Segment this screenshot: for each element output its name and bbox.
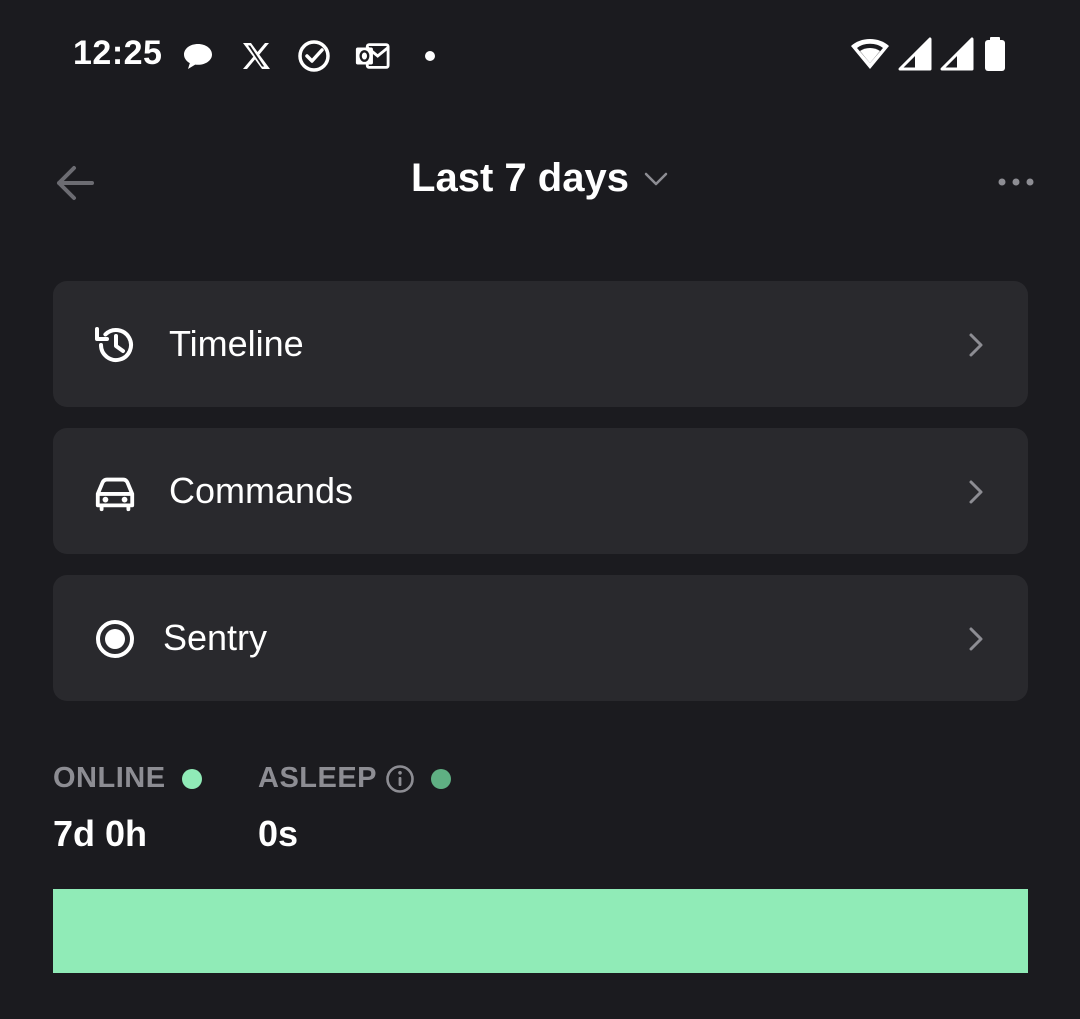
header: Last 7 days: [0, 140, 1080, 224]
battery-icon: [982, 36, 1008, 77]
x-logo-icon: [238, 38, 274, 74]
outlook-icon: [354, 38, 390, 74]
online-status-dot: [181, 768, 202, 789]
car-icon: [93, 470, 137, 514]
chevron-right-icon: [969, 627, 983, 651]
notification-icons: [180, 36, 448, 76]
stat-online-value: 7d 0h: [53, 813, 148, 854]
stat-asleep-label: ASLEEP: [258, 762, 378, 794]
stat-asleep-label-row: ASLEEP: [258, 762, 452, 795]
usage-bar-online-segment: [53, 889, 1028, 973]
menu-item-label: Commands: [169, 470, 354, 511]
info-icon[interactable]: [385, 764, 415, 794]
check-circle-icon: [296, 38, 332, 74]
stat-online: ONLINE 7d 0h: [53, 762, 202, 855]
stat-online-label: ONLINE: [53, 762, 166, 794]
menu-item-sentry[interactable]: Sentry: [53, 575, 1028, 701]
chevron-down-icon: [644, 172, 668, 185]
menu-item-label: Timeline: [169, 323, 304, 364]
record-circle-icon: [93, 617, 137, 661]
chat-bubble-icon: [180, 38, 216, 74]
system-icons: [850, 36, 1008, 76]
history-icon: [93, 323, 137, 367]
more-horizontal-icon: [998, 178, 1034, 186]
more-button[interactable]: [992, 162, 1040, 202]
status-time: 12:25: [73, 34, 163, 72]
signal-icon: [898, 37, 932, 76]
stat-asleep-value: 0s: [258, 813, 299, 854]
page-title: Last 7 days: [411, 156, 629, 200]
chevron-right-icon: [969, 480, 983, 504]
menu-item-commands[interactable]: Commands: [53, 428, 1028, 554]
stat-online-label-row: ONLINE: [53, 762, 202, 795]
asleep-status-dot: [431, 768, 452, 789]
menu-item-timeline[interactable]: Timeline: [53, 281, 1028, 407]
menu-item-label: Sentry: [163, 617, 268, 658]
wifi-icon: [850, 37, 890, 76]
dot-icon: [412, 38, 448, 74]
date-range-selector[interactable]: Last 7 days: [0, 156, 1080, 201]
signal-icon: [940, 37, 974, 76]
stat-asleep: ASLEEP 0s: [258, 762, 452, 855]
chevron-right-icon: [969, 333, 983, 357]
status-bar: 12:25: [0, 0, 1080, 110]
usage-bar: [53, 889, 1028, 973]
